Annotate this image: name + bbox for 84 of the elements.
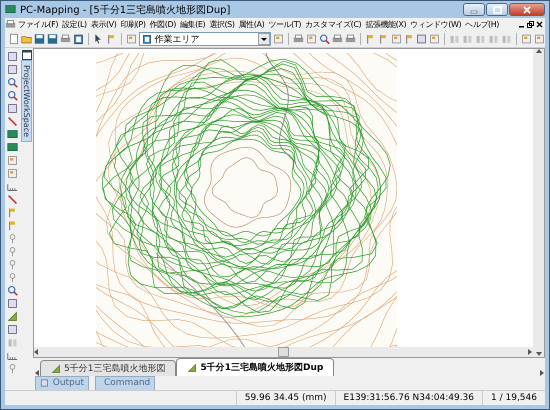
triangle-icon[interactable] <box>7 311 18 322</box>
panel-tab[interactable]: Command <box>95 376 155 390</box>
right-arrow-icon <box>528 349 533 355</box>
menu-item[interactable]: カスタマイズ(C) <box>303 19 364 30</box>
close-icon <box>536 21 543 28</box>
flag-icon[interactable] <box>7 220 18 231</box>
menu-item[interactable]: 拡張機能(X) <box>363 19 408 30</box>
square-icon[interactable] <box>7 298 18 309</box>
close-icon <box>523 6 531 14</box>
page-icon[interactable] <box>534 33 546 45</box>
layer-dropdown[interactable]: 作業エリア <box>138 32 271 46</box>
scrollbar-thumb[interactable] <box>278 347 289 357</box>
left-arrow-icon <box>35 370 40 376</box>
monitor-icon[interactable] <box>7 129 18 140</box>
printer-icon <box>5 19 16 30</box>
menu-item[interactable]: ファイル(F) <box>16 19 60 30</box>
menu-item[interactable]: 設定(L) <box>60 19 89 30</box>
menu-item[interactable]: 選択(S) <box>207 19 237 30</box>
square-icon[interactable] <box>7 64 18 75</box>
up-arrow-icon <box>536 49 542 54</box>
caret-icon <box>260 38 267 40</box>
close-button[interactable] <box>509 3 545 16</box>
square-icon[interactable] <box>7 103 18 114</box>
magnifier-icon[interactable] <box>7 77 18 88</box>
flag-icon[interactable] <box>106 33 117 45</box>
status-position: E139:31:56.76 N34:04:49.36 <box>334 391 482 405</box>
menu-item[interactable]: 属性(A) <box>236 19 266 30</box>
pin-icon[interactable] <box>7 363 18 374</box>
printer-icon[interactable] <box>332 33 343 45</box>
magnifier-icon[interactable] <box>7 285 18 296</box>
square-icon[interactable] <box>7 51 18 62</box>
page-icon[interactable] <box>272 33 284 45</box>
pin-icon[interactable] <box>7 272 18 283</box>
square-icon[interactable] <box>7 324 18 335</box>
magnifier-icon[interactable] <box>7 90 18 101</box>
flag-icon[interactable] <box>404 33 414 45</box>
triangle-icon <box>51 364 61 374</box>
menu-item[interactable]: 編集(E) <box>178 19 208 30</box>
page-icon[interactable] <box>390 33 402 45</box>
window-title: PC-Mapping - [5千分1三宅島噴火地形図Dup] <box>20 4 232 16</box>
maximize-icon <box>492 6 502 14</box>
page-icon[interactable] <box>521 33 532 45</box>
monitor-icon[interactable] <box>7 142 18 153</box>
flag-icon[interactable] <box>7 207 18 218</box>
left-arrow-icon <box>34 349 39 355</box>
flag-icon[interactable] <box>364 33 376 45</box>
status-coordinates: 59.96 34.45 (mm) <box>236 391 335 405</box>
triangle-icon <box>187 362 198 372</box>
cursor-icon[interactable] <box>92 33 104 45</box>
page-icon[interactable] <box>429 33 440 45</box>
pin-icon[interactable] <box>7 246 18 257</box>
panel-tab[interactable]: Output <box>35 376 89 390</box>
pin-icon[interactable] <box>7 233 18 244</box>
page-icon[interactable] <box>126 33 137 45</box>
menu-item[interactable]: ツール(T) <box>266 19 304 30</box>
square-icon[interactable] <box>416 33 428 45</box>
page-icon[interactable] <box>7 168 18 179</box>
menu-item[interactable]: ウィンドウ(W) <box>408 19 464 30</box>
page-icon[interactable] <box>7 155 18 166</box>
right-arrow-icon <box>540 370 545 376</box>
monitor-icon <box>5 4 16 15</box>
maximize-button[interactable] <box>486 3 508 16</box>
down-arrow-icon <box>536 352 542 357</box>
menu-item[interactable]: 作図(D) <box>148 19 178 30</box>
pin-icon[interactable] <box>7 259 18 270</box>
restore-icon <box>527 21 534 28</box>
status-scale: 1 / 19,546 <box>482 391 545 405</box>
ruler-icon[interactable] <box>7 181 18 192</box>
workspace-tab[interactable]: ProjectWorkSpace <box>21 60 32 142</box>
flag-icon[interactable] <box>378 33 389 45</box>
magnifier-icon[interactable] <box>318 33 330 45</box>
document-icon[interactable] <box>8 33 19 45</box>
ruler-icon[interactable] <box>7 350 18 361</box>
document-tab[interactable]: 5千分1三宅島噴火地形図Dup <box>176 358 334 376</box>
printer-icon[interactable] <box>60 33 71 45</box>
printer-icon[interactable] <box>292 33 304 45</box>
minimize-button[interactable] <box>463 3 485 16</box>
menu-item[interactable]: 印刷(P) <box>118 19 148 30</box>
printer-icon[interactable] <box>344 33 356 45</box>
square-icon <box>40 378 49 388</box>
document-tab[interactable]: 5千分1三宅島噴火地形図 <box>40 360 176 376</box>
menu-item[interactable]: 表示(V) <box>88 19 118 30</box>
page-icon[interactable] <box>306 33 317 45</box>
menu-item[interactable]: ヘルプ(H) <box>463 19 502 30</box>
